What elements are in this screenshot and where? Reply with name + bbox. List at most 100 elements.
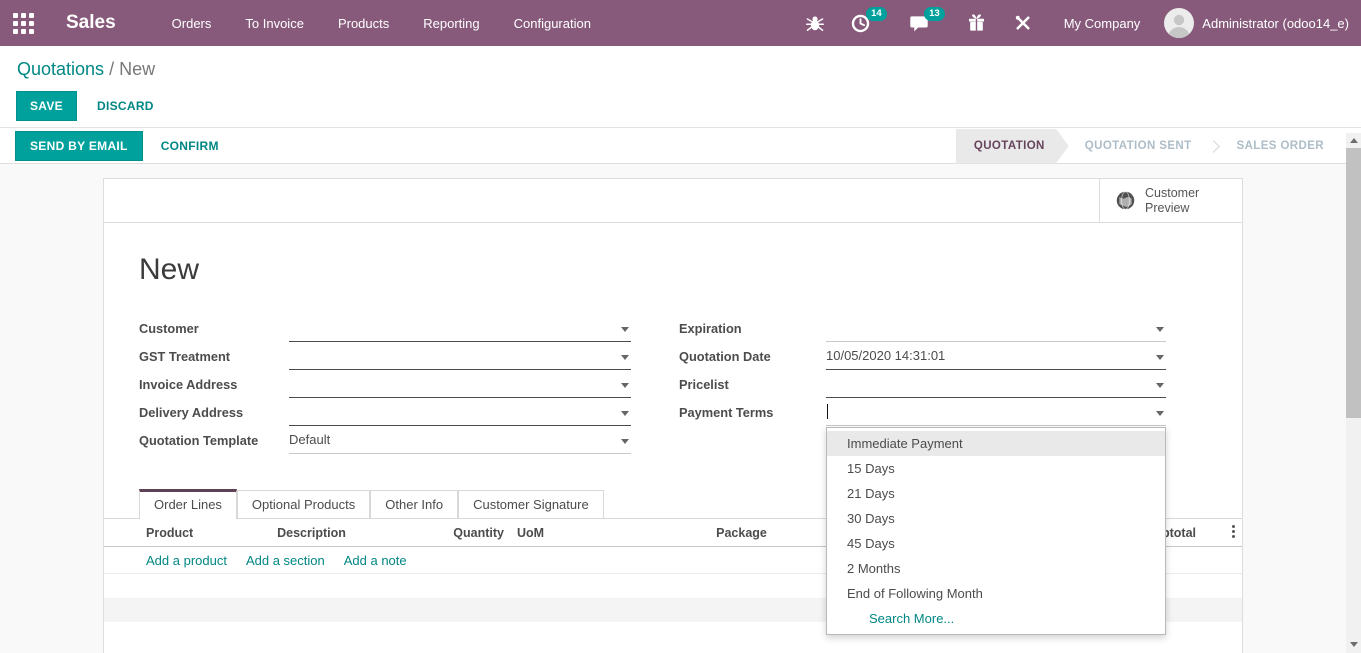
chevron-right-icon (1207, 140, 1220, 153)
scrollbar-thumb[interactable] (1346, 148, 1361, 418)
col-product: Product (139, 526, 239, 540)
user-name: Administrator (odoo14_e) (1202, 16, 1349, 31)
activities-count-badge: 14 (866, 7, 887, 21)
breadcrumb-current: New (119, 59, 155, 79)
crossed-tools-icon (1014, 14, 1032, 32)
quotation-template-input[interactable]: Default (289, 426, 631, 454)
chevron-down-icon (1156, 355, 1164, 360)
dropdown-item-2-months[interactable]: 2 Months (827, 556, 1165, 581)
gift-icon[interactable] (966, 12, 988, 34)
invoice-address-input[interactable] (289, 370, 631, 398)
dropdown-item-45-days[interactable]: 45 Days (827, 531, 1165, 556)
control-panel: Quotations / New SAVE DISCARD (0, 46, 1361, 128)
dropdown-item-15-days[interactable]: 15 Days (827, 456, 1165, 481)
payment-terms-input[interactable] (826, 398, 1166, 426)
step-quotation-sent[interactable]: QUOTATION SENT (1069, 129, 1208, 164)
dropdown-item-30-days[interactable]: 30 Days (827, 506, 1165, 531)
messages-chat-icon[interactable]: 13 (908, 12, 930, 34)
messages-count-badge: 13 (924, 7, 945, 21)
quotation-date-label: Quotation Date (679, 349, 826, 364)
pricelist-input[interactable] (826, 370, 1166, 398)
scroll-down-arrow[interactable] (1346, 637, 1361, 651)
globe-icon (1115, 190, 1136, 211)
tab-other-info[interactable]: Other Info (370, 490, 458, 518)
grid-icon (13, 13, 34, 34)
quotation-date-input[interactable]: 10/05/2020 14:31:01 (826, 342, 1166, 370)
menu-configuration[interactable]: Configuration (514, 16, 591, 31)
menu-reporting[interactable]: Reporting (423, 16, 479, 31)
customer-label: Customer (139, 321, 289, 336)
menu-to-invoice[interactable]: To Invoice (245, 16, 304, 31)
search-more-link[interactable]: Search More... (827, 606, 1165, 631)
step-quotation[interactable]: QUOTATION (956, 129, 1069, 164)
bug-icon (806, 14, 824, 33)
payment-terms-label: Payment Terms (679, 405, 826, 420)
breadcrumb-separator: / (104, 59, 119, 79)
debug-bug-icon[interactable] (804, 12, 826, 34)
pricelist-label: Pricelist (679, 377, 826, 392)
delivery-address-label: Delivery Address (139, 405, 289, 420)
vertical-scrollbar (1346, 133, 1361, 653)
customer-preview-button[interactable]: Customer Preview (1099, 179, 1242, 222)
app-menu: Orders To Invoice Products Reporting Con… (172, 16, 591, 31)
support-tools-icon[interactable] (1012, 12, 1034, 34)
step-sales-order[interactable]: SALES ORDER (1221, 129, 1340, 164)
dropdown-item-end-of-following-month[interactable]: End of Following Month (827, 581, 1165, 606)
record-title: New (139, 253, 1242, 287)
dropdown-item-immediate-payment[interactable]: Immediate Payment (827, 431, 1165, 456)
menu-products[interactable]: Products (338, 16, 389, 31)
field-quotation-date: Quotation Date 10/05/2020 14:31:01 (679, 342, 1166, 370)
send-by-email-button[interactable]: SEND BY EMAIL (15, 131, 143, 161)
chevron-down-icon (1156, 411, 1164, 416)
user-menu[interactable]: Administrator (odoo14_e) (1164, 8, 1349, 38)
field-pricelist: Pricelist (679, 370, 1166, 398)
tab-optional-products[interactable]: Optional Products (237, 490, 370, 518)
col-uom: UoM (504, 526, 604, 540)
chevron-down-icon (621, 439, 629, 444)
activities-clock-icon[interactable]: 14 (850, 12, 872, 34)
company-switcher[interactable]: My Company (1064, 16, 1141, 31)
app-name[interactable]: Sales (66, 12, 116, 34)
field-payment-terms: Payment Terms (679, 398, 1166, 426)
top-navbar: Sales Orders To Invoice Products Reporti… (0, 0, 1361, 46)
breadcrumb: Quotations / New (0, 46, 1361, 80)
field-gst-treatment: GST Treatment (139, 342, 631, 370)
delivery-address-input[interactable] (289, 398, 631, 426)
breadcrumb-quotations[interactable]: Quotations (17, 59, 104, 79)
scroll-up-arrow[interactable] (1346, 133, 1361, 147)
save-button[interactable]: SAVE (16, 91, 77, 121)
discard-button[interactable]: DISCARD (97, 99, 154, 113)
add-a-product-link[interactable]: Add a product (146, 553, 227, 568)
add-a-section-link[interactable]: Add a section (246, 553, 325, 568)
gst-treatment-input[interactable] (289, 342, 631, 370)
customer-preview-label: Customer Preview (1145, 186, 1199, 216)
field-customer: Customer (139, 314, 631, 342)
navbar-systray: 14 13 My Company (804, 8, 1361, 38)
col-quantity: Quantity (384, 526, 504, 540)
chevron-down-icon (621, 327, 629, 332)
expiration-input[interactable] (826, 314, 1166, 342)
optional-columns-kebab-icon[interactable] (1196, 525, 1242, 541)
field-quotation-template: Quotation Template Default (139, 426, 631, 454)
menu-orders[interactable]: Orders (172, 16, 212, 31)
confirm-button[interactable]: CONFIRM (161, 139, 219, 153)
add-a-note-link[interactable]: Add a note (344, 553, 407, 568)
gst-treatment-label: GST Treatment (139, 349, 289, 364)
status-steps: QUOTATION QUOTATION SENT SALES ORDER (956, 129, 1340, 164)
invoice-address-label: Invoice Address (139, 377, 289, 392)
chevron-down-icon (621, 383, 629, 388)
dropdown-item-21-days[interactable]: 21 Days (827, 481, 1165, 506)
chevron-down-icon (1156, 327, 1164, 332)
chevron-down-icon (621, 355, 629, 360)
tab-order-lines[interactable]: Order Lines (139, 489, 237, 519)
col-description: Description (239, 526, 384, 540)
chevron-down-icon (1156, 383, 1164, 388)
apps-grid-icon[interactable] (0, 0, 46, 46)
tab-customer-signature[interactable]: Customer Signature (458, 490, 604, 518)
field-invoice-address: Invoice Address (139, 370, 631, 398)
field-delivery-address: Delivery Address (139, 398, 631, 426)
button-box: Customer Preview (104, 179, 1242, 223)
customer-input[interactable] (289, 314, 631, 342)
payment-terms-dropdown: Immediate Payment 15 Days 21 Days 30 Day… (826, 427, 1166, 635)
statusbar: SEND BY EMAIL CONFIRM QUOTATION QUOTATIO… (0, 129, 1361, 164)
